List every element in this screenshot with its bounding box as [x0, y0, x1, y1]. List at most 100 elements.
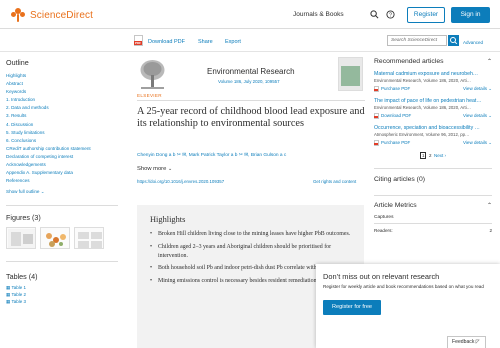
figure-thumbnail-3[interactable] — [74, 227, 104, 250]
citing-title: Citing articles (0) — [374, 176, 425, 183]
recommended-article-source: Environmental Research, Volume 186, 2020… — [374, 78, 471, 83]
outline-item-keywords[interactable]: Keywords — [6, 88, 118, 96]
view-details-link[interactable]: View details ⌄ — [463, 113, 492, 119]
pager-page-2[interactable]: 2 — [429, 153, 432, 158]
journals-books-link[interactable]: Journals & Books — [293, 11, 344, 18]
tables-title: Tables (4) — [6, 272, 38, 282]
outline-item-abstract[interactable]: Abstract — [6, 80, 118, 88]
outline-title: Outline — [6, 58, 29, 67]
sciencedirect-logo[interactable]: ScienceDirect — [10, 8, 93, 22]
share-button[interactable]: Share — [198, 39, 213, 45]
export-button[interactable]: Export — [225, 39, 241, 45]
right-sidebar: Recommended articles ⌃ Maternal cadmium … — [374, 58, 492, 233]
left-sidebar: Outline Highlights Abstract Keywords 1. … — [6, 58, 118, 305]
outline-item-conclusions[interactable]: 6. Conclusions — [6, 137, 118, 145]
recommended-article-title[interactable]: Occurrence, speciation and bioaccessibil… — [374, 125, 492, 131]
logo-text: ScienceDirect — [30, 9, 93, 21]
author-list[interactable]: Chenyin Dong a b ✂ ✉, Mark Patrick Taylo… — [137, 153, 286, 158]
show-more-button[interactable]: Show more ⌄ — [137, 166, 172, 172]
register-free-button[interactable]: Register for free — [323, 300, 381, 315]
outline-item-introduction[interactable]: 1. Introduction — [6, 96, 118, 104]
metrics-title: Article Metrics — [374, 202, 417, 209]
outline-list: Highlights Abstract Keywords 1. Introduc… — [6, 72, 118, 185]
outline-item-declaration[interactable]: Declaration of competing interest — [6, 153, 118, 161]
highlight-item: Children aged 2–3 years and Aboriginal c… — [150, 243, 355, 261]
table-link-3[interactable]: ▦ Table 3 — [6, 298, 118, 305]
search-submit-button[interactable] — [448, 35, 459, 46]
readers-row: Readers: 2 — [374, 228, 492, 233]
elsevier-logo-icon[interactable] — [137, 57, 168, 91]
citing-header[interactable]: Citing articles (0) — [374, 176, 492, 183]
show-full-outline-label: Show full outline — [6, 189, 40, 195]
divider — [6, 261, 118, 263]
pdf-icon — [374, 140, 379, 146]
pager-page-1[interactable]: 1 — [419, 152, 427, 159]
pdf-icon — [374, 86, 379, 92]
figure-thumbnails — [6, 227, 118, 250]
figure-thumbnail-2[interactable] — [40, 227, 70, 250]
pdf-icon — [374, 113, 379, 119]
captures-label: Captures — [374, 215, 394, 220]
divider — [374, 168, 492, 169]
table-icon: ▦ — [6, 285, 11, 291]
outline-item-results[interactable]: 3. Results — [6, 112, 118, 120]
recommended-article-source: Environmental Research, Volume 186, 2020… — [374, 105, 471, 110]
metrics-header[interactable]: Article Metrics ⌃ — [374, 202, 492, 209]
view-details-link[interactable]: View details ⌄ — [463, 140, 492, 146]
purchase-pdf-label: Purchase PDF — [381, 86, 411, 92]
doi-link[interactable]: https://doi.org/10.1016/j.envres.2020.10… — [137, 179, 224, 184]
purchase-pdf-label: Purchase PDF — [381, 140, 411, 146]
recommended-article-title[interactable]: The impact of pace of life on pedestrian… — [374, 98, 492, 104]
advanced-search-link[interactable]: Advanced — [463, 40, 483, 45]
pager-next[interactable]: Next — [434, 153, 443, 158]
chevron-right-icon: › — [444, 153, 447, 158]
chevron-down-icon: ⌄ — [488, 86, 492, 91]
table-label: Table 1 — [11, 285, 26, 291]
purchase-pdf-link[interactable]: Purchase PDF — [374, 140, 410, 146]
view-details-link[interactable]: View details ⌄ — [463, 86, 492, 92]
recommended-article-title[interactable]: Maternal cadmium exposure and neurobeh… — [374, 71, 492, 77]
feedback-label: Feedback — [452, 339, 475, 345]
journal-title-link[interactable]: Environmental Research — [207, 67, 295, 76]
graph-thumbnail-icon — [78, 232, 102, 249]
recommended-header[interactable]: Recommended articles ⌃ — [374, 58, 492, 65]
journal-cover-image[interactable] — [338, 57, 363, 91]
table-icon: ▦ — [6, 299, 11, 305]
recommended-title: Recommended articles — [374, 58, 444, 65]
search-icon[interactable] — [370, 10, 379, 19]
top-header: ScienceDirect Journals & Books ? Registe… — [0, 0, 500, 29]
divider — [137, 100, 365, 101]
view-details-label: View details — [463, 113, 487, 118]
search-input[interactable]: Search ScienceDirect — [387, 35, 447, 46]
view-details-label: View details — [463, 140, 487, 145]
purchase-pdf-link[interactable]: Purchase PDF — [374, 86, 410, 92]
figure-thumbnail-1[interactable] — [6, 227, 36, 250]
feedback-button[interactable]: Feedback ◸ — [447, 336, 486, 348]
download-pdf-link[interactable]: Download PDF — [374, 113, 411, 119]
help-icon[interactable]: ? — [386, 10, 395, 19]
journal-volume-link[interactable]: Volume 186, July 2020, 109557 — [218, 79, 280, 84]
outline-item-highlights[interactable]: Highlights — [6, 72, 118, 80]
readers-value: 2 — [489, 228, 492, 233]
download-pdf-label: Download PDF — [381, 113, 412, 119]
outline-item-discussion[interactable]: 4. Discussion — [6, 121, 118, 129]
outline-item-data-methods[interactable]: 2. Data and methods — [6, 104, 118, 112]
table-link-2[interactable]: ▦ Table 2 — [6, 291, 118, 298]
sign-in-button[interactable]: Sign in — [451, 7, 490, 23]
recommended-article: Occurrence, speciation and bioaccessibil… — [374, 125, 492, 146]
outline-item-references[interactable]: References — [6, 177, 118, 185]
show-full-outline-link[interactable]: Show full outline ⌄ — [6, 189, 118, 195]
outline-item-study-limitations[interactable]: 5. Study limitations — [6, 129, 118, 137]
download-pdf-button[interactable]: Download PDF — [148, 39, 185, 45]
table-link-1[interactable]: ▦ Table 1 — [6, 284, 118, 291]
chevron-down-icon: ⌄ — [488, 140, 492, 145]
outline-item-acknowledgements[interactable]: Acknowledgements — [6, 161, 118, 169]
highlights-title: Highlights — [150, 215, 186, 224]
register-button[interactable]: Register — [407, 7, 445, 23]
outline-item-appendix[interactable]: Appendix A. Supplementary data — [6, 169, 118, 177]
table-label: Table 2 — [11, 292, 26, 298]
outline-item-credit[interactable]: CRediT authorship contribution statement — [6, 145, 118, 153]
chevron-up-icon: ⌃ — [486, 59, 492, 65]
popup-text: Register for weekly article and book rec… — [323, 284, 484, 289]
rights-link[interactable]: Get rights and content — [313, 179, 356, 184]
